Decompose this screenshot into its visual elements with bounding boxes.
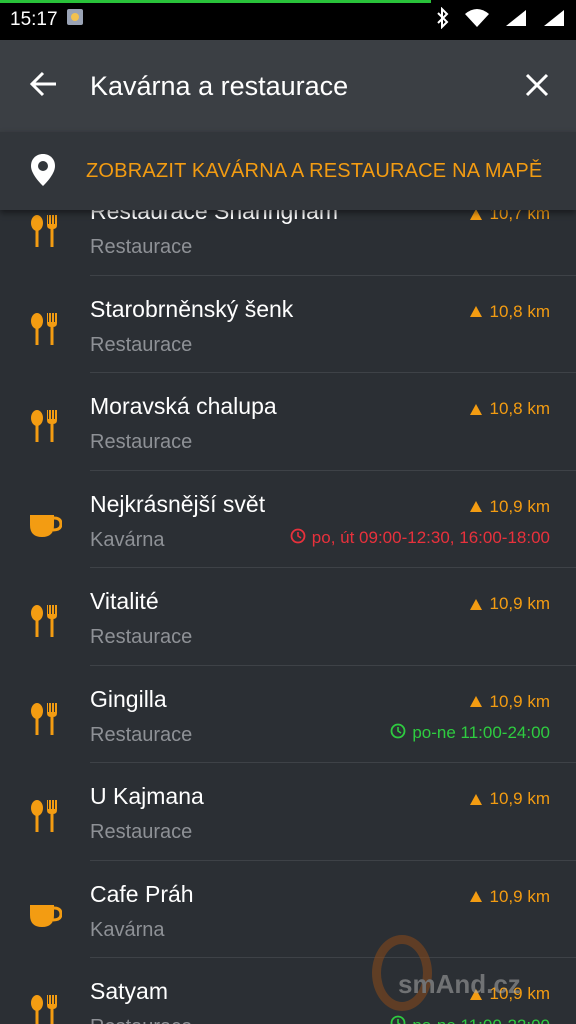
distance: 10,9 km bbox=[469, 496, 550, 517]
opening-hours: po, út 09:00-12:30, 16:00-18:00 bbox=[290, 528, 550, 549]
show-on-map-button[interactable]: ZOBRAZIT KAVÁRNA A RESTAURACE NA MAPĚ bbox=[0, 132, 576, 210]
place-type: Restaurace bbox=[90, 1016, 192, 1024]
distance-value: 10,9 km bbox=[489, 789, 550, 808]
direction-arrow-icon bbox=[469, 988, 482, 1000]
direction-arrow-icon bbox=[469, 501, 482, 512]
restaurant-icon bbox=[28, 702, 62, 736]
direction-arrow-icon bbox=[469, 891, 482, 902]
map-pin-icon bbox=[30, 153, 56, 187]
distance: 10,9 km bbox=[469, 886, 550, 907]
list-item[interactable]: Starobrněnský šenk Restaurace 10,8 km bbox=[0, 276, 576, 373]
place-name: Moravská chalupa bbox=[90, 393, 277, 419]
list-item[interactable]: Restaurace Sharingham Restaurace 10,7 km bbox=[0, 210, 576, 276]
clock-icon bbox=[390, 1015, 406, 1024]
place-name: Starobrněnský šenk bbox=[90, 295, 294, 322]
direction-arrow-icon bbox=[469, 696, 482, 707]
place-list[interactable]: Restaurace Sharingham Restaurace 10,7 km St… bbox=[0, 210, 576, 1024]
clock-icon bbox=[390, 723, 406, 744]
distance-value: 10,9 km bbox=[489, 984, 550, 1003]
show-on-map-label: ZOBRAZIT KAVÁRNA A RESTAURACE NA MAPĚ bbox=[86, 160, 543, 182]
direction-arrow-icon bbox=[469, 306, 482, 317]
distance: 10,9 km bbox=[469, 691, 550, 712]
bluetooth-icon bbox=[436, 6, 450, 34]
signal-icon-1 bbox=[504, 8, 528, 33]
page-title: Kavárna a restaurace bbox=[90, 71, 349, 101]
distance-value: 10,9 km bbox=[489, 496, 550, 516]
place-name: U Kajmana bbox=[90, 783, 204, 809]
distance-value: 10,9 km bbox=[489, 886, 550, 906]
restaurant-icon bbox=[28, 994, 62, 1024]
direction-arrow-icon bbox=[469, 210, 482, 220]
app-bar: Kavárna a restaurace bbox=[0, 40, 576, 132]
place-name: Satyam bbox=[90, 978, 168, 1004]
distance-value: 10,8 km bbox=[489, 399, 550, 418]
list-item[interactable]: Satyam Restaurace 10,9 km po-ne 11:00-22:00 bbox=[0, 958, 576, 1024]
status-bar: 15:17 bbox=[0, 0, 576, 40]
list-item[interactable]: Vitalité Restaurace 10,9 km bbox=[0, 568, 576, 666]
restaurant-icon bbox=[28, 604, 62, 638]
restaurant-icon bbox=[28, 409, 62, 443]
distance: 10,8 km bbox=[469, 301, 550, 322]
cafe-icon bbox=[28, 897, 63, 931]
place-name: Cafe Práh bbox=[90, 880, 194, 907]
signal-icon-2 bbox=[542, 8, 566, 33]
distance: 10,7 km bbox=[469, 210, 550, 224]
cafe-icon bbox=[28, 507, 63, 541]
place-type: Restaurace bbox=[90, 333, 193, 356]
place-name: Restaurace Sharingham bbox=[90, 210, 339, 224]
place-name: Gingilla bbox=[90, 685, 167, 712]
opening-hours: po-ne 11:00-22:00 bbox=[390, 1015, 550, 1024]
list-item[interactable]: U Kajmana Restaurace 10,9 km bbox=[0, 763, 576, 861]
hours-text: po, út 09:00-12:30, 16:00-18:00 bbox=[311, 528, 550, 547]
list-item[interactable]: Cafe Práh Kavárna 10,9 km bbox=[0, 861, 576, 958]
place-name: Vitalité bbox=[90, 588, 159, 614]
back-arrow-icon[interactable] bbox=[28, 68, 60, 100]
place-type: Restaurace bbox=[90, 821, 193, 843]
place-name: Nejkrásnější svět bbox=[90, 490, 266, 517]
distance-value: 10,9 km bbox=[489, 594, 550, 613]
direction-arrow-icon bbox=[469, 598, 482, 610]
place-type: Restaurace bbox=[90, 723, 193, 746]
list-item[interactable]: Nejkrásnější svět Kavárna 10,9 km po, út 09… bbox=[0, 471, 576, 568]
status-time: 15:17 bbox=[10, 9, 58, 30]
place-type: Kavárna bbox=[90, 528, 165, 551]
list-item[interactable]: Moravská chalupa Restaurace 10,8 km bbox=[0, 373, 576, 471]
progress-strip bbox=[0, 0, 431, 3]
distance: 10,9 km bbox=[469, 594, 550, 614]
place-type: Kavárna bbox=[90, 918, 165, 941]
restaurant-icon bbox=[28, 799, 62, 833]
distance: 10,8 km bbox=[469, 399, 550, 419]
wifi-icon bbox=[464, 8, 490, 33]
hours-text: po-ne 11:00-24:00 bbox=[412, 723, 550, 742]
distance-value: 10,8 km bbox=[489, 301, 550, 321]
hours-text: po-ne 11:00-22:00 bbox=[412, 1016, 550, 1024]
distance-value: 10,9 km bbox=[489, 691, 550, 711]
distance: 10,9 km bbox=[469, 984, 550, 1004]
place-type: Restaurace bbox=[90, 431, 193, 453]
direction-arrow-icon bbox=[469, 403, 482, 415]
opening-hours: po-ne 11:00-24:00 bbox=[390, 723, 550, 744]
direction-arrow-icon bbox=[469, 793, 482, 805]
place-type: Restaurace bbox=[90, 626, 193, 648]
distance-value: 10,7 km bbox=[489, 210, 550, 223]
restaurant-icon bbox=[28, 214, 62, 248]
notification-icon bbox=[66, 8, 84, 32]
list-item[interactable]: Gingilla Restaurace 10,9 km po-ne 11:00-24:… bbox=[0, 666, 576, 763]
place-type: Restaurace bbox=[90, 236, 193, 258]
close-icon[interactable] bbox=[522, 70, 552, 100]
clock-icon bbox=[290, 528, 306, 549]
distance: 10,9 km bbox=[469, 789, 550, 809]
restaurant-icon bbox=[28, 312, 62, 346]
